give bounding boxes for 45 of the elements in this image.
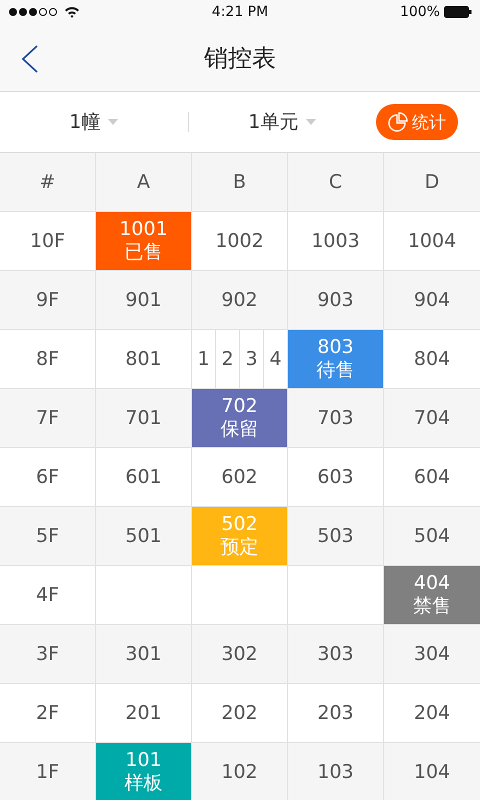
unit-cell[interactable]: 103 (288, 743, 384, 800)
floor-label: 9F (0, 271, 96, 330)
unit-cell[interactable]: 102 (192, 743, 288, 800)
unit-cell[interactable]: 104 (384, 743, 480, 800)
column-header: # (0, 153, 96, 212)
unit-cell[interactable]: 304 (384, 625, 480, 684)
filter-dropdown[interactable]: 1单元 (240, 105, 324, 139)
unit-cell[interactable]: 302 (192, 625, 288, 684)
page-title: 销控表 (204, 42, 276, 74)
pie-chart-icon (388, 112, 408, 132)
column-header: B (192, 153, 288, 212)
unit-cell[interactable]: 704 (384, 389, 480, 448)
unit-cell[interactable]: 903 (288, 271, 384, 330)
floor-label: 5F (0, 507, 96, 566)
sub-unit-cell[interactable]: 3 (240, 330, 264, 388)
unit-cell[interactable]: 503 (288, 507, 384, 566)
sub-unit-cell[interactable]: 4 (264, 330, 287, 388)
unit-cell[interactable]: 703 (288, 389, 384, 448)
unit-cell[interactable]: 702 保留 (192, 389, 288, 448)
sub-unit-cell[interactable]: 2 (216, 330, 240, 388)
unit-cell[interactable]: 701 (96, 389, 192, 448)
caret-icon (306, 119, 316, 125)
floor-label: 7F (0, 389, 96, 448)
signal-icon (8, 7, 58, 17)
filter-dropdown[interactable]: 1幢 (61, 105, 126, 139)
unit-cell[interactable]: 404 禁售 (384, 566, 480, 625)
floor-label: 3F (0, 625, 96, 684)
status-time: 4:21 PM (212, 4, 268, 20)
battery-percent: 100% (400, 4, 440, 20)
back-icon[interactable] (20, 44, 40, 74)
unit-cell[interactable]: 904 (384, 271, 480, 330)
column-header: C (288, 153, 384, 212)
unit-cell[interactable]: 901 (96, 271, 192, 330)
floor-label: 1F (0, 743, 96, 800)
column-header: D (384, 153, 480, 212)
unit-cell[interactable]: 902 (192, 271, 288, 330)
unit-cell[interactable]: 301 (96, 625, 192, 684)
unit-cell[interactable]: 303 (288, 625, 384, 684)
sub-unit-cell[interactable]: 1 (192, 330, 216, 388)
wifi-icon (64, 6, 80, 18)
unit-cell[interactable]: 501 (96, 507, 192, 566)
column-header: A (96, 153, 192, 212)
unit-cell[interactable]: 504 (384, 507, 480, 566)
caret-icon (108, 119, 118, 125)
battery-icon (444, 6, 472, 18)
